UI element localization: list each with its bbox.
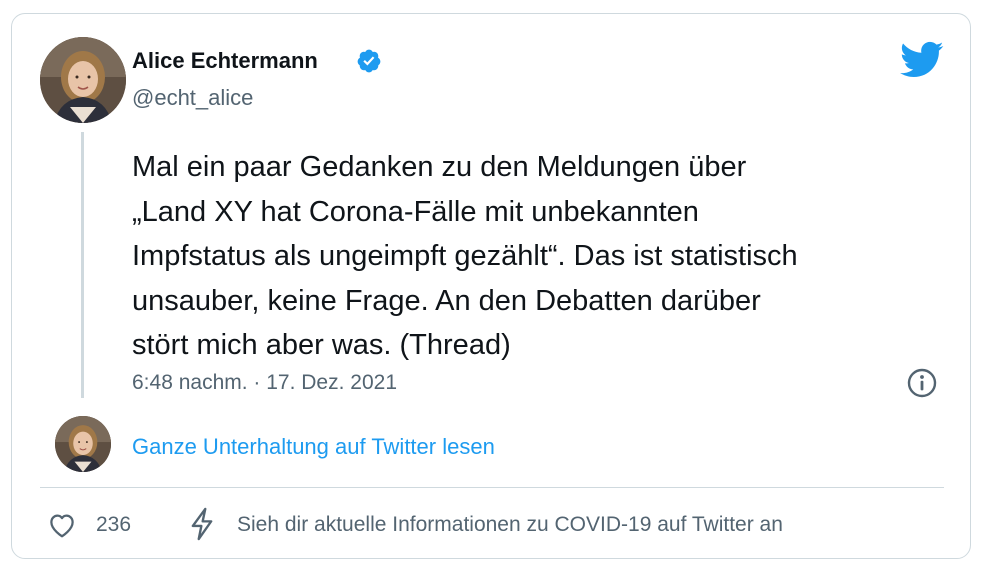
tweet-text: Mal ein paar Gedanken zu den Meldungen ü…: [132, 151, 798, 361]
thread-avatar[interactable]: [55, 416, 111, 472]
author-name[interactable]: Alice Echtermann: [132, 48, 318, 74]
read-conversation-link[interactable]: Ganze Unterhaltung auf Twitter lesen: [132, 434, 495, 460]
author-avatar[interactable]: [40, 37, 126, 123]
lightning-bolt-icon: [191, 507, 213, 541]
heart-icon[interactable]: [46, 510, 78, 540]
divider: [40, 487, 944, 488]
verified-badge-icon: [357, 49, 381, 73]
info-icon[interactable]: [906, 367, 938, 399]
covid-info-link[interactable]: Sieh dir aktuelle Informationen zu COVID…: [237, 513, 783, 537]
tweet-timestamp[interactable]: 6:48 nachm. · 17. Dez. 2021: [132, 371, 397, 395]
thread-connector-line: [81, 132, 84, 398]
like-count[interactable]: 236: [96, 513, 131, 537]
author-handle[interactable]: @echt_alice: [132, 85, 253, 111]
twitter-bird-icon[interactable]: [900, 41, 944, 79]
embedded-tweet-card: Alice Echtermann @echt_alice Mal ein paa…: [11, 13, 971, 559]
